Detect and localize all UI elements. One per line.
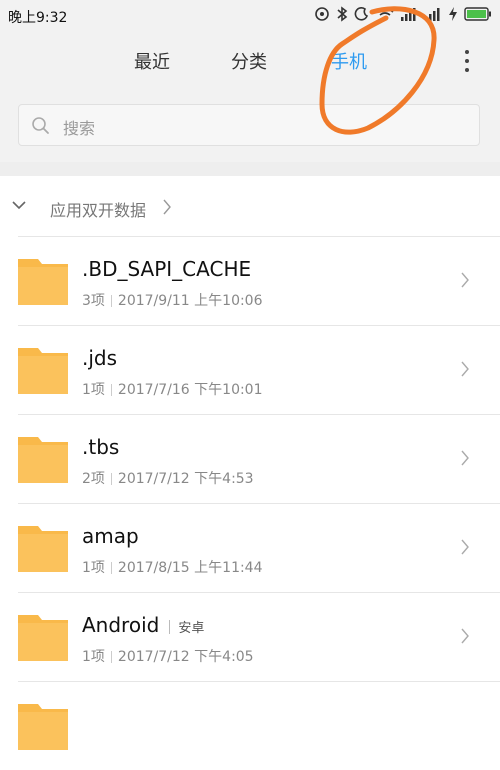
alarm-icon — [315, 7, 329, 21]
list-item[interactable]: Android 安卓 1项 2017/7/12 下午4:05 — [18, 592, 500, 681]
chevron-right-icon — [461, 450, 469, 466]
bluetooth-icon — [337, 6, 348, 22]
folder-icon — [18, 348, 68, 394]
tab-phone[interactable]: 手机 — [331, 48, 367, 74]
flash-icon — [449, 7, 457, 21]
file-name: .BD_SAPI_CACHE — [82, 257, 252, 281]
file-meta: 1项 2017/7/16 下午10:01 — [82, 379, 263, 399]
signal-icon — [425, 8, 440, 21]
file-meta: 1项 2017/8/15 上午11:44 — [82, 557, 263, 577]
folder-icon — [18, 526, 68, 572]
tab-recent[interactable]: 最近 — [134, 48, 170, 74]
list-item[interactable]: amap 1项 2017/8/15 上午11:44 — [18, 503, 500, 592]
chevron-right-icon — [461, 361, 469, 377]
chevron-down-icon[interactable] — [12, 200, 26, 210]
chevron-right-icon — [163, 199, 171, 215]
modified-date: 2017/7/12 下午4:53 — [117, 471, 254, 487]
file-meta: 2项 2017/7/12 下午4:53 — [82, 468, 254, 488]
search-icon — [32, 117, 49, 134]
folder-icon — [18, 259, 68, 305]
item-count: 2项 — [82, 471, 105, 487]
file-name: .tbs — [82, 435, 120, 459]
item-count: 1项 — [82, 560, 105, 576]
tab-categories[interactable]: 分类 — [231, 48, 267, 74]
folder-icon — [18, 437, 68, 483]
more-options-icon[interactable] — [464, 50, 470, 72]
app-clone-data-section[interactable]: 应用双开数据 — [0, 178, 500, 236]
list-item-partial[interactable] — [18, 681, 500, 770]
modified-date: 2017/7/12 下午4:05 — [117, 649, 254, 665]
list-item[interactable]: .BD_SAPI_CACHE 3项 2017/9/11 上午10:06 — [18, 236, 500, 325]
chevron-right-icon — [461, 272, 469, 288]
signal-icon — [401, 8, 416, 21]
status-icons — [314, 6, 492, 22]
chevron-right-icon — [461, 628, 469, 644]
search-area: 搜索 — [0, 90, 500, 162]
file-meta: 1项 2017/7/12 下午4:05 — [82, 646, 254, 666]
divider-band — [0, 162, 500, 176]
folder-icon — [18, 704, 68, 750]
wifi-icon — [376, 7, 394, 21]
status-bar: 晚上9:32 — [0, 0, 500, 32]
item-count: 1项 — [82, 382, 105, 398]
do-not-disturb-icon — [354, 7, 369, 21]
battery-icon — [464, 7, 491, 21]
status-time: 晚上9:32 — [8, 10, 68, 26]
file-meta: 3项 2017/9/11 上午10:06 — [82, 290, 263, 310]
modified-date: 2017/9/11 上午10:06 — [117, 293, 263, 309]
search-input[interactable]: 搜索 — [18, 104, 480, 146]
modified-date: 2017/8/15 上午11:44 — [117, 560, 263, 576]
file-name: .jds — [82, 346, 118, 370]
folder-icon — [18, 615, 68, 661]
file-name-text: Android — [82, 613, 160, 637]
modified-date: 2017/7/16 下午10:01 — [117, 382, 263, 398]
item-count: 3项 — [82, 293, 105, 309]
list-item[interactable]: .jds 1项 2017/7/16 下午10:01 — [18, 325, 500, 414]
search-placeholder: 搜索 — [63, 119, 96, 138]
file-list: .BD_SAPI_CACHE 3项 2017/9/11 上午10:06 .jds … — [0, 236, 500, 770]
chevron-right-icon — [461, 539, 469, 555]
file-tag: 安卓 — [178, 621, 205, 636]
list-item[interactable]: .tbs 2项 2017/7/12 下午4:53 — [18, 414, 500, 503]
section-label: 应用双开数据 — [50, 201, 147, 220]
tab-bar: 最近 分类 手机 — [0, 32, 500, 90]
item-count: 1项 — [82, 649, 105, 665]
file-name: amap — [82, 524, 139, 548]
file-name: Android 安卓 — [82, 613, 204, 637]
